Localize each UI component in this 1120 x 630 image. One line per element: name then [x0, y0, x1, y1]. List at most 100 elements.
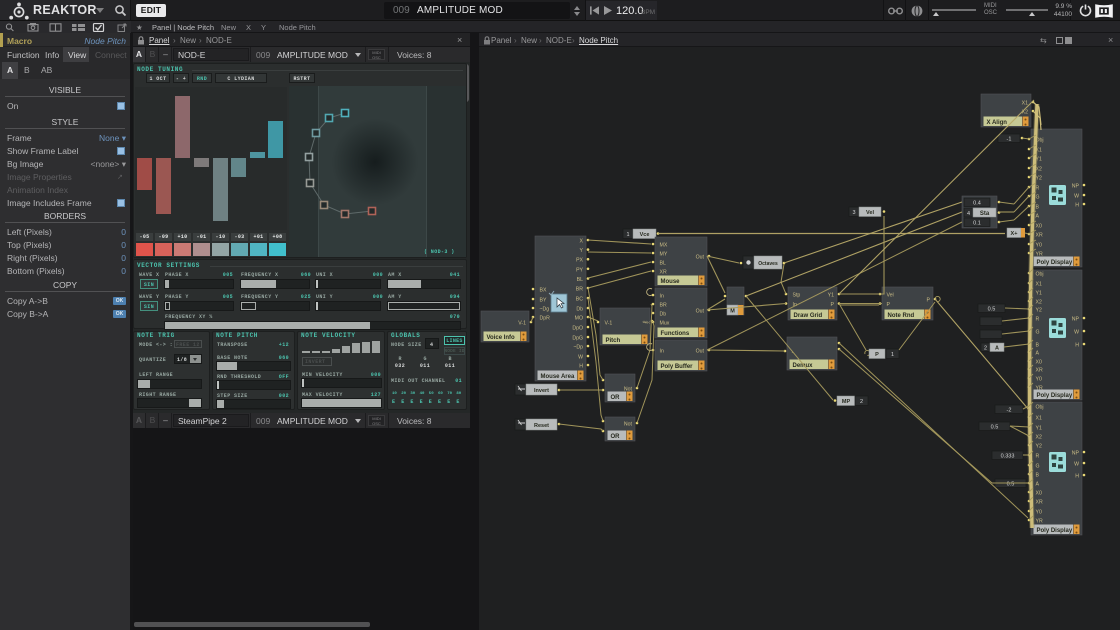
svg-text:0.4: 0.4: [973, 201, 981, 207]
svg-text:1: 1: [891, 352, 894, 358]
svg-text:Reset: Reset: [534, 423, 549, 429]
svg-text:X: X: [580, 239, 584, 245]
svg-text:NP: NP: [1072, 317, 1080, 323]
svg-text:4: 4: [967, 211, 970, 217]
svg-text:A: A: [1036, 482, 1040, 488]
svg-text:Y2: Y2: [1036, 444, 1042, 450]
svg-text:MX: MX: [660, 243, 668, 249]
svg-text:1: 1: [626, 232, 629, 238]
svg-text:In: In: [660, 349, 664, 355]
svg-text:W: W: [1074, 330, 1079, 336]
svg-text:P: P: [831, 302, 835, 308]
svg-text:2: 2: [860, 399, 863, 405]
svg-text:X1: X1: [1036, 282, 1042, 288]
svg-text:Y1: Y1: [1036, 291, 1042, 297]
svg-text:Y0: Y0: [1036, 377, 1042, 383]
svg-text:Vel: Vel: [866, 210, 874, 216]
svg-text:P: P: [875, 352, 879, 358]
svg-text:W: W: [578, 355, 583, 361]
svg-text:X0: X0: [1036, 224, 1042, 230]
svg-text:Y0: Y0: [1036, 510, 1042, 516]
svg-text:X1: X1: [1022, 101, 1028, 107]
svg-text:BL: BL: [577, 277, 583, 283]
svg-text:Poly Display: Poly Display: [1037, 260, 1073, 266]
svg-text:-1: -1: [1007, 137, 1012, 143]
svg-text:Poly Buffer: Poly Buffer: [661, 364, 694, 370]
svg-text:G: G: [1036, 330, 1040, 336]
svg-text:Sta: Sta: [980, 211, 990, 217]
svg-text:Not: Not: [624, 387, 633, 393]
svg-text:NP: NP: [1072, 451, 1080, 457]
svg-text:BR: BR: [660, 303, 667, 309]
svg-text:Voice Info: Voice Info: [487, 335, 516, 341]
svg-text:X2: X2: [1036, 435, 1042, 441]
svg-text:V-1: V-1: [518, 321, 526, 327]
svg-text:Invert: Invert: [534, 388, 549, 394]
svg-text:BC: BC: [576, 297, 583, 303]
svg-text:Note Rnd: Note Rnd: [888, 313, 915, 319]
svg-text:H: H: [1075, 343, 1079, 349]
svg-text:In: In: [660, 294, 664, 300]
svg-text:Y1: Y1: [828, 293, 834, 299]
svg-text:YR: YR: [1036, 519, 1043, 525]
svg-text:XR: XR: [660, 270, 667, 276]
svg-text:V-1: V-1: [605, 321, 613, 327]
svg-text:A: A: [995, 346, 999, 352]
svg-text:DpO: DpO: [572, 326, 583, 332]
svg-text:H: H: [1075, 474, 1079, 480]
svg-text:0.5: 0.5: [1007, 482, 1015, 488]
svg-text:MO: MO: [575, 316, 583, 322]
svg-text:Vel: Vel: [887, 293, 894, 299]
svg-text:PY: PY: [576, 267, 583, 273]
svg-text:0.5: 0.5: [988, 307, 996, 313]
svg-text:G: G: [1036, 464, 1040, 470]
svg-text:XR: XR: [1036, 368, 1043, 374]
svg-text:YR: YR: [1036, 252, 1043, 258]
svg-text:DpG: DpG: [572, 336, 583, 342]
svg-text:W: W: [1074, 462, 1079, 468]
svg-text:W: W: [1074, 194, 1079, 200]
svg-text:Out: Out: [696, 349, 705, 355]
svg-text:Octaves: Octaves: [758, 261, 778, 267]
svg-text:Not: Not: [624, 422, 633, 428]
svg-text:R: R: [1036, 454, 1040, 460]
svg-text:Vce: Vce: [640, 232, 650, 238]
svg-text:A: A: [1036, 214, 1040, 220]
svg-text:Y2: Y2: [1036, 308, 1042, 314]
svg-text:Db: Db: [660, 312, 667, 318]
svg-text:M: M: [730, 308, 735, 314]
svg-text:Draw Grid: Draw Grid: [794, 313, 823, 319]
svg-text:Obj: Obj: [1036, 272, 1044, 278]
svg-text:X2: X2: [1022, 110, 1028, 116]
svg-text:Y0: Y0: [1036, 243, 1042, 249]
svg-text:MP: MP: [842, 399, 851, 405]
svg-text:0.1: 0.1: [973, 221, 981, 227]
svg-text:~Dg: ~Dg: [540, 307, 550, 313]
svg-text:BY: BY: [540, 298, 547, 304]
svg-text:OR: OR: [611, 395, 621, 401]
svg-text:Poly Display: Poly Display: [1037, 528, 1073, 534]
svg-text:Y: Y: [580, 248, 584, 254]
svg-text:X1: X1: [1036, 416, 1042, 422]
svg-text:OR: OR: [611, 434, 621, 440]
svg-text:Mouse Area: Mouse Area: [541, 374, 575, 380]
svg-text:‹‹‹: ‹‹‹: [645, 320, 650, 326]
svg-text:X0: X0: [1036, 360, 1042, 366]
svg-text:BR: BR: [576, 287, 583, 293]
svg-text:XR: XR: [1036, 500, 1043, 506]
svg-text:Functions: Functions: [661, 331, 690, 337]
svg-text:X2: X2: [1036, 300, 1042, 306]
svg-text:Out: Out: [696, 255, 705, 261]
svg-text:2: 2: [984, 346, 987, 352]
svg-text:Poly Display: Poly Display: [1037, 393, 1073, 399]
svg-text:Pitch: Pitch: [606, 338, 621, 344]
svg-text:H: H: [579, 364, 583, 370]
svg-text:R: R: [1036, 317, 1040, 323]
svg-text:-2: -2: [1007, 408, 1012, 414]
svg-text:X0: X0: [1036, 491, 1042, 497]
svg-text:MY: MY: [660, 252, 668, 258]
svg-text:BL: BL: [660, 261, 666, 267]
svg-text:B: B: [1036, 343, 1040, 349]
svg-text:Stp: Stp: [793, 293, 801, 299]
svg-text:X+: X+: [1011, 231, 1018, 237]
